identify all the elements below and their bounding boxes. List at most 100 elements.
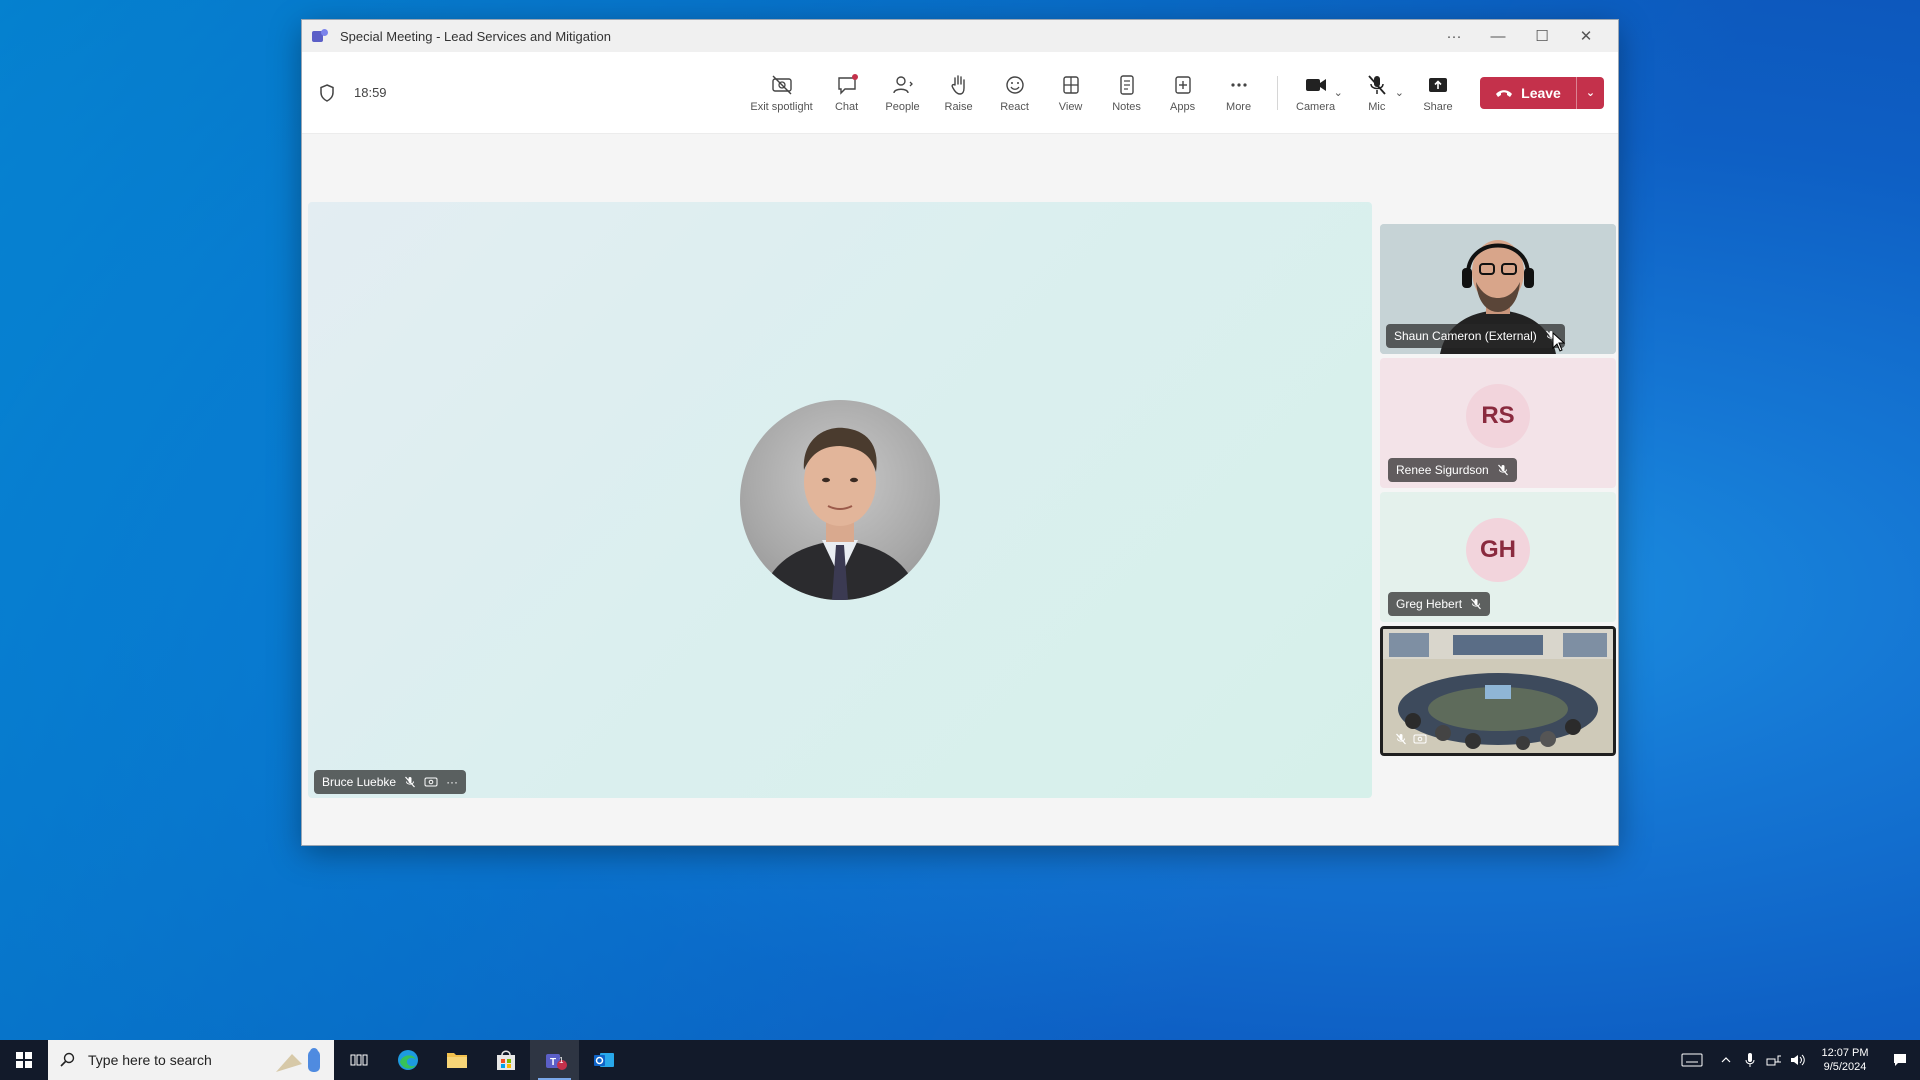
chat-label: Chat [834, 100, 859, 113]
participant-name-chip: Greg Hebert [1388, 592, 1491, 616]
spotlight-off-icon [770, 73, 794, 97]
meeting-toolbar: 18:59 Exit spotlight Chat People Raise R… [302, 52, 1618, 134]
task-view-icon [350, 1054, 367, 1066]
keyboard-icon[interactable] [1670, 1040, 1714, 1080]
spotlight-video-tile[interactable]: Bruce Luebke ··· [308, 202, 1372, 798]
leave-label: Leave [1521, 84, 1561, 101]
view-label: View [1058, 100, 1083, 113]
raise-hand-button[interactable]: Raise [931, 63, 987, 123]
avatar: GH [1466, 518, 1530, 582]
store-icon [496, 1050, 515, 1070]
file-explorer-button[interactable] [432, 1040, 481, 1080]
camera-label: Camera [1296, 100, 1336, 113]
close-button[interactable]: ✕ [1564, 20, 1608, 52]
network-icon[interactable] [1762, 1040, 1786, 1080]
mic-label: Mic [1368, 100, 1386, 113]
notification-center-button[interactable] [1880, 1040, 1920, 1080]
window-title: Special Meeting - Lead Services and Miti… [340, 28, 611, 44]
more-button[interactable]: More [1211, 63, 1267, 123]
participant-name: Greg Hebert [1396, 597, 1463, 611]
notes-icon [1115, 73, 1139, 97]
mic-off-icon [1365, 73, 1389, 97]
participant-name: Bruce Luebke [322, 775, 397, 789]
participant-tile-avatar[interactable]: GH Greg Hebert [1380, 492, 1616, 622]
more-options-button[interactable]: ··· [1432, 20, 1476, 52]
notes-label: Notes [1112, 100, 1141, 113]
maximize-button[interactable]: ☐ [1520, 20, 1564, 52]
emoji-icon [1003, 73, 1027, 97]
spotlight-icon [1413, 734, 1427, 744]
edge-icon [397, 1050, 418, 1070]
windows-logo-icon [16, 1052, 32, 1068]
view-button[interactable]: View [1043, 63, 1099, 123]
microphone-icon[interactable] [1738, 1040, 1762, 1080]
notes-button[interactable]: Notes [1099, 63, 1155, 123]
mic-off-icon [405, 776, 416, 788]
leave-options-chevron-icon[interactable]: ⌄ [1576, 76, 1604, 109]
share-label: Share [1423, 100, 1453, 113]
chat-icon [835, 73, 859, 97]
taskbar-search-box[interactable]: Type here to search [48, 1040, 334, 1080]
chat-button[interactable]: Chat [819, 63, 875, 123]
mic-options-chevron-icon[interactable]: ⌄ [1395, 86, 1404, 99]
search-highlight-icon [276, 1048, 320, 1072]
system-tray: 12:07 PM 9/5/2024 [1670, 1040, 1920, 1080]
meeting-stage: Bruce Luebke ··· Shaun Cameron (External… [302, 134, 1618, 845]
teams-button[interactable]: T 1 [530, 1040, 579, 1080]
mic-off-icon [1497, 464, 1508, 476]
outlook-icon [593, 1053, 614, 1067]
phone-hangup-icon [1496, 89, 1513, 97]
mic-off-icon [1471, 598, 1481, 610]
participant-name-chip: Bruce Luebke ··· [314, 770, 467, 794]
apps-button[interactable]: Apps [1155, 63, 1211, 123]
edge-button[interactable] [383, 1040, 432, 1080]
clock-date: 9/5/2024 [1823, 1061, 1867, 1073]
clock-time: 12:07 PM [1821, 1047, 1869, 1059]
exit-spotlight-button[interactable]: Exit spotlight [745, 63, 819, 123]
leave-button[interactable]: Leave ⌄ [1480, 76, 1604, 109]
title-bar: Special Meeting - Lead Services and Miti… [302, 20, 1618, 52]
teams-icon [312, 28, 330, 44]
spotlight-icon [424, 777, 438, 787]
search-placeholder: Type here to search [88, 1052, 212, 1068]
people-label: People [885, 100, 920, 113]
react-button[interactable]: React [987, 63, 1043, 123]
more-icon [1227, 73, 1251, 97]
search-icon [60, 1052, 75, 1067]
participant-tile-video[interactable]: Shaun Cameron (External) [1380, 224, 1616, 354]
camera-icon [1304, 73, 1328, 97]
task-view-button[interactable] [334, 1040, 383, 1080]
participant-name-chip: Renee Sigurdson [1388, 458, 1517, 482]
apps-label: Apps [1170, 100, 1196, 113]
react-label: React [1000, 100, 1029, 113]
teams-badge: 1 [559, 1056, 564, 1065]
share-icon [1426, 73, 1450, 97]
windows-taskbar: Type here to search T 1 12:07 PM 9/5/202… [0, 1040, 1920, 1080]
notification-icon [1894, 1054, 1906, 1066]
start-button[interactable] [0, 1040, 48, 1080]
apps-icon [1171, 73, 1195, 97]
participant-profile-photo [740, 400, 940, 600]
hand-icon [947, 73, 971, 97]
participant-tile-room[interactable] [1380, 626, 1616, 756]
people-button[interactable]: People [875, 63, 931, 123]
participant-more-button[interactable]: ··· [446, 775, 458, 789]
folder-icon [446, 1053, 467, 1068]
participant-name-chip: Shaun Cameron (External) [1386, 324, 1565, 348]
outlook-button[interactable] [579, 1040, 628, 1080]
participant-tile-avatar[interactable]: RS Renee Sigurdson [1380, 358, 1616, 488]
share-button[interactable]: Share [1410, 63, 1466, 123]
volume-icon[interactable] [1786, 1040, 1810, 1080]
show-hidden-icons-chevron-icon[interactable] [1714, 1040, 1738, 1080]
system-clock[interactable]: 12:07 PM 9/5/2024 [1810, 1046, 1880, 1074]
people-icon [891, 73, 915, 97]
exit-spotlight-label: Exit spotlight [750, 100, 813, 113]
minimize-button[interactable]: — [1476, 20, 1520, 52]
camera-options-chevron-icon[interactable]: ⌄ [1334, 86, 1343, 99]
participant-name: Shaun Cameron (External) [1394, 329, 1537, 343]
mic-off-icon [1396, 733, 1406, 745]
store-button[interactable] [481, 1040, 530, 1080]
toolbar-divider [1276, 75, 1278, 110]
shield-icon[interactable] [318, 83, 336, 103]
raise-label: Raise [944, 100, 973, 113]
